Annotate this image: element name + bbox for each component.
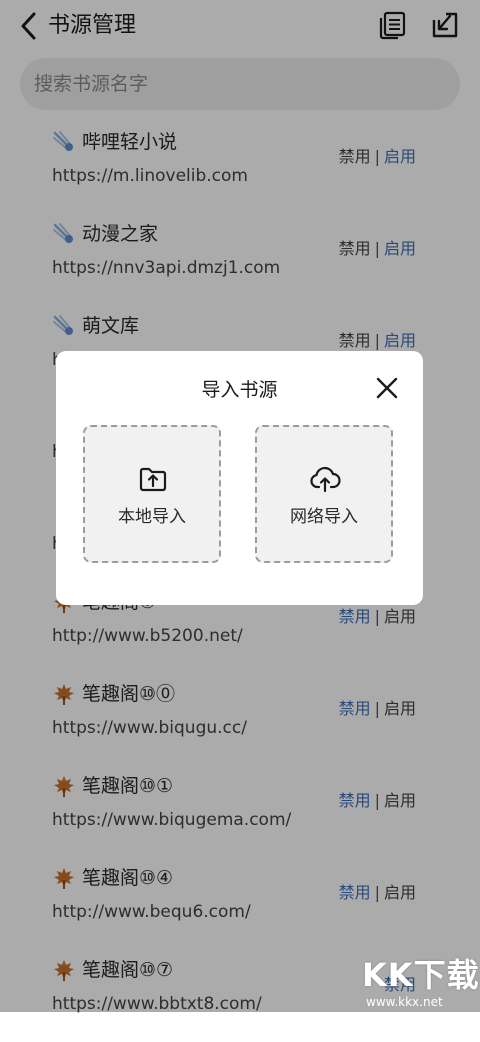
watermark-logo: KK下载 www.kkx.net <box>362 955 480 1012</box>
watermark-title: KK下载 <box>362 956 480 994</box>
close-icon <box>376 377 398 399</box>
local-import-label: 本地导入 <box>118 507 186 527</box>
folder-upload-icon <box>139 467 167 492</box>
close-button[interactable] <box>374 375 400 401</box>
watermark-url: www.kkx.net <box>366 995 443 1009</box>
cloud-upload-icon <box>310 466 341 493</box>
local-import-button[interactable]: 本地导入 <box>83 425 221 563</box>
dialog-title: 导入书源 <box>201 379 278 401</box>
network-import-button[interactable]: 网络导入 <box>255 425 393 563</box>
network-import-label: 网络导入 <box>290 507 358 527</box>
page: 书源管理 搜索书源名字 哔哩轻小说 https://m.linovelib.co… <box>0 0 480 1014</box>
import-dialog: 导入书源 本地导入 网络导入 <box>56 351 423 605</box>
